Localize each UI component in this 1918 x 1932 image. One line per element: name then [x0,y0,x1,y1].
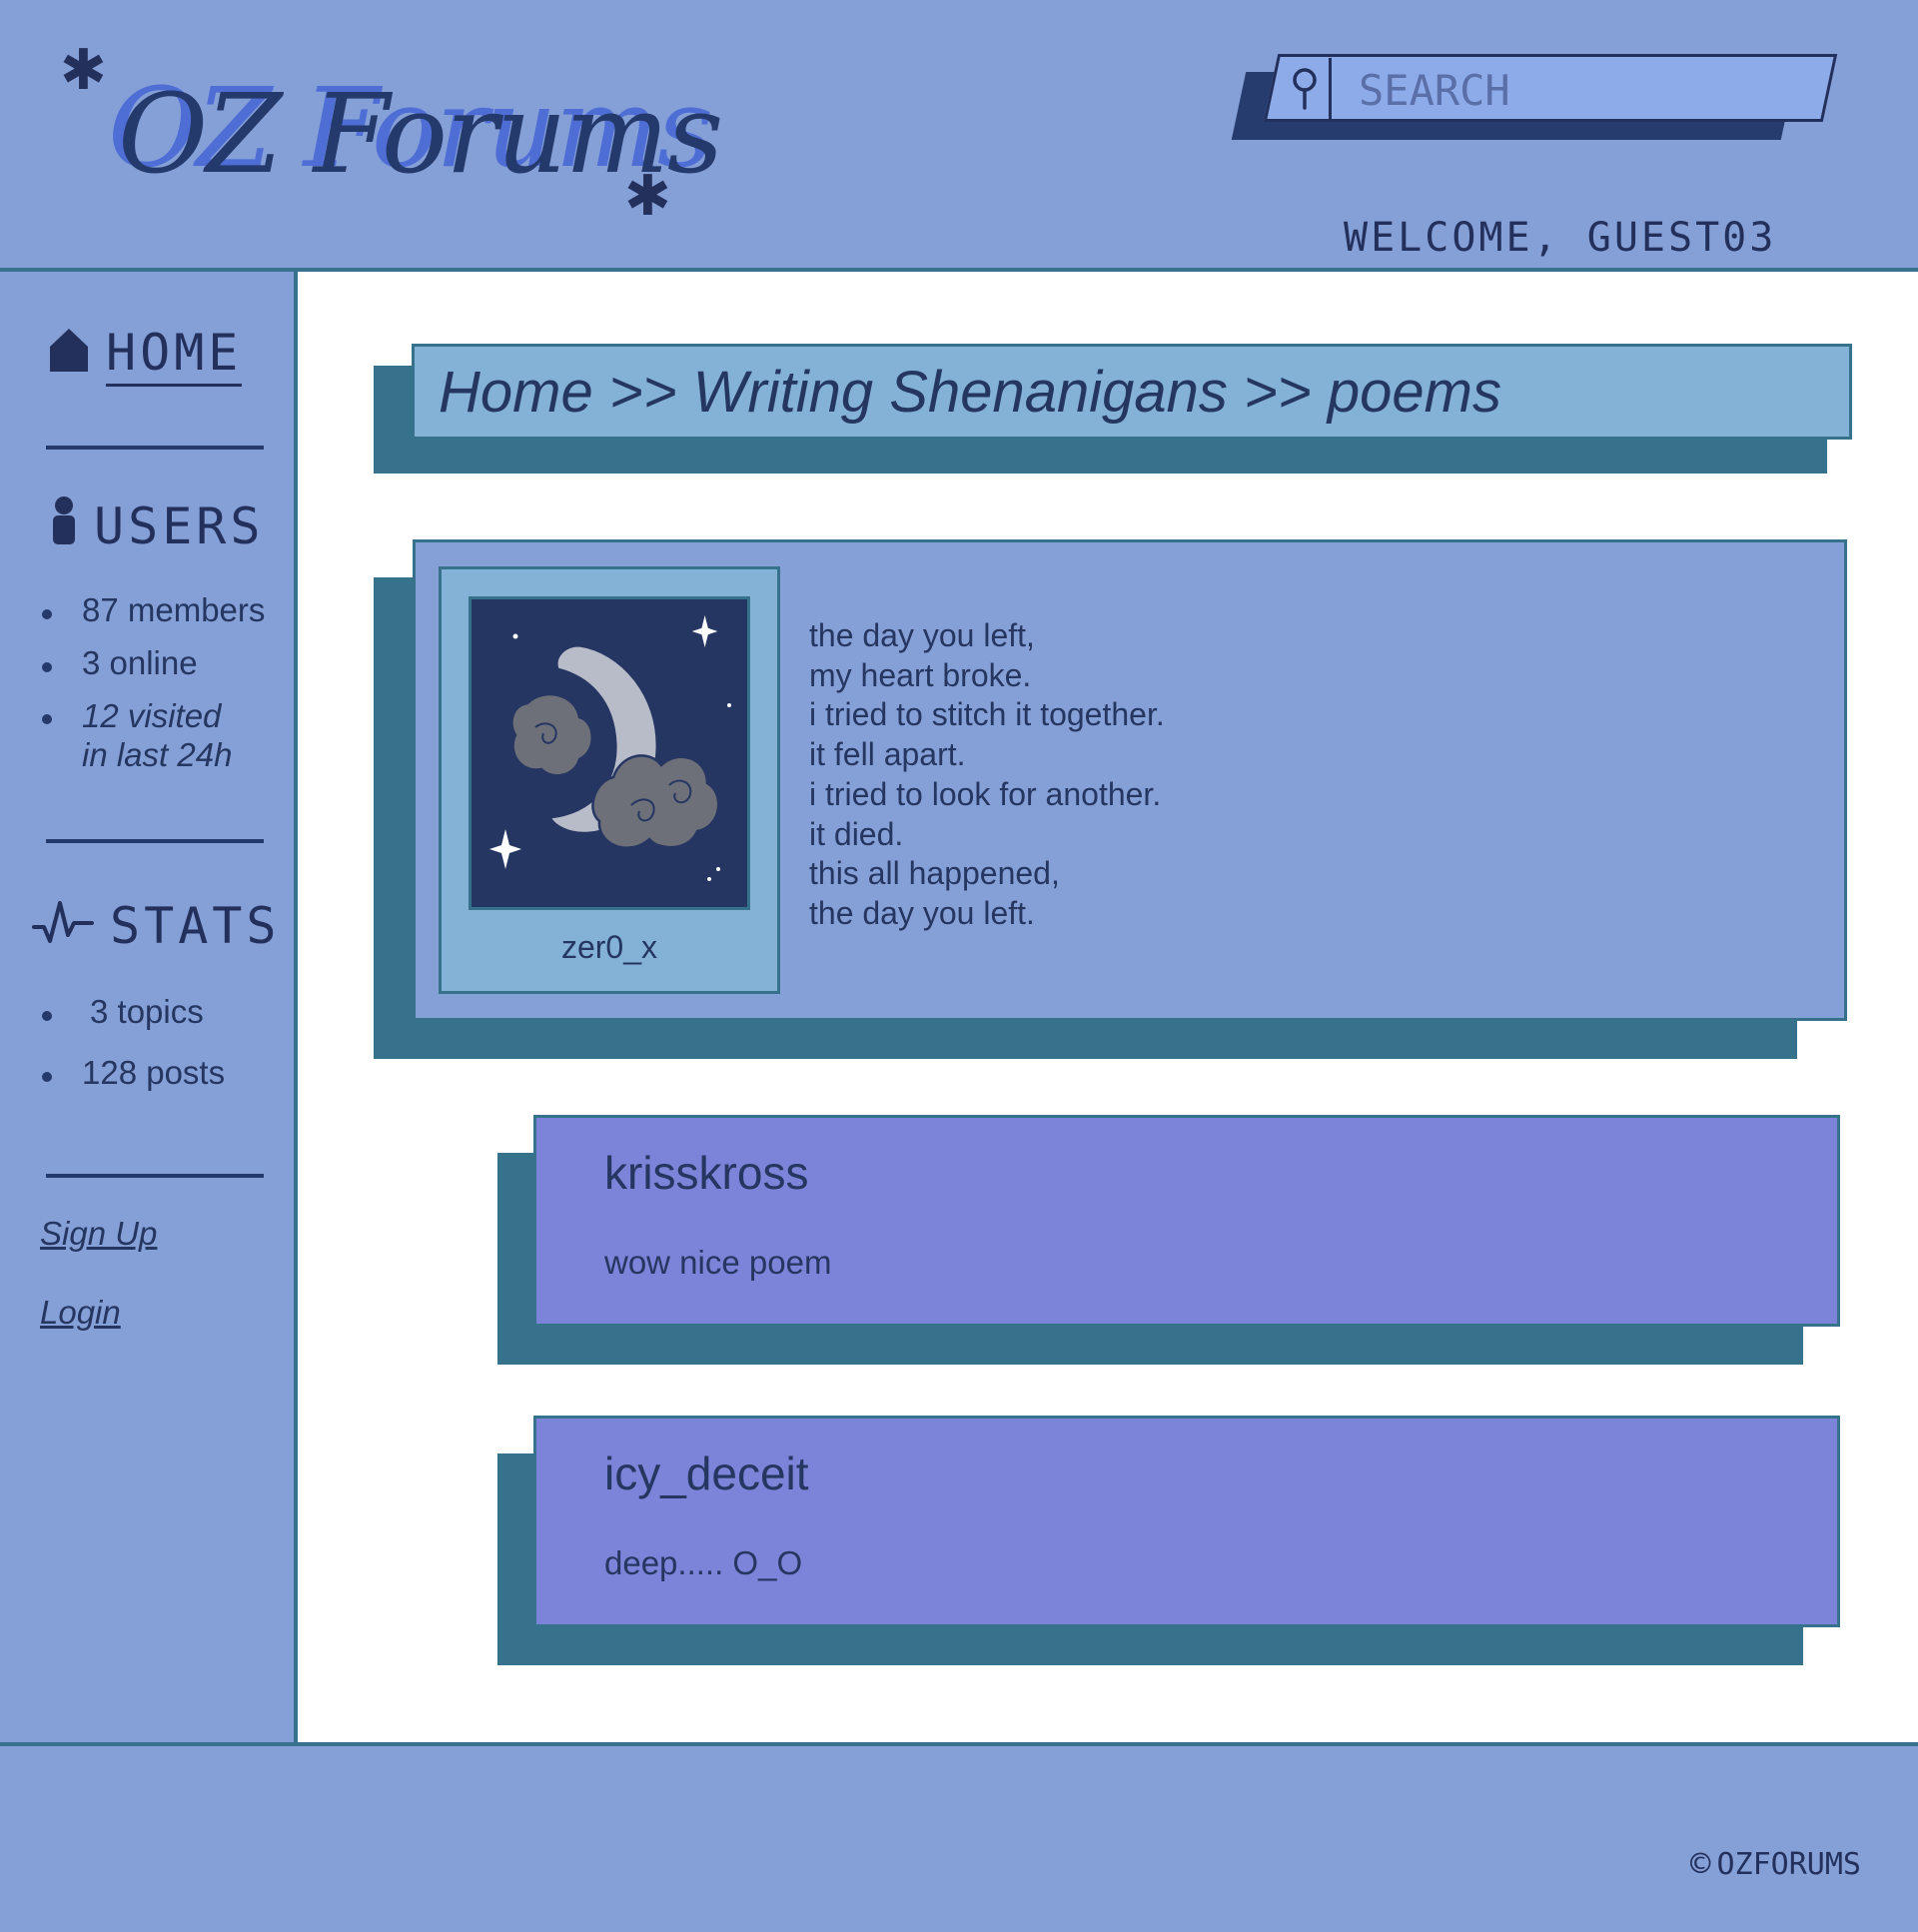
reply-text: deep..... O_O [604,1544,803,1581]
reply-card: krisskross wow nice poem [533,1115,1840,1327]
breadcrumb-text[interactable]: Home >> Writing Shenanigans >> poems [439,359,1501,426]
divider [46,446,264,450]
header: ✱ OZ Forums ✱ WELCOME, GUEST03 [0,0,1918,272]
post-body: the day you left, my heart broke. i trie… [809,616,1165,934]
users-stats-list: 87 members 3 online 12 visited in last 2… [38,591,265,774]
home-icon [48,327,90,385]
sidebar-item-label: HOME [106,324,243,387]
poem-line: i tried to stitch it together. [809,696,1165,733]
members-count: 87 members [38,591,265,629]
users-heading: USERS [50,495,265,557]
poem-line: this all happened, [809,855,1060,892]
visited-count: 12 visited in last 24h [38,696,265,774]
breadcrumb: Home >> Writing Shenanigans >> poems [412,344,1852,440]
search-bar[interactable] [1231,50,1838,145]
divider [46,839,264,843]
reply-author[interactable]: icy_deceit [604,1447,809,1500]
posts-count: 128 posts [38,1054,225,1092]
search-icon[interactable] [1281,58,1332,120]
poem-line: it fell apart. [809,736,966,773]
online-count: 3 online [38,644,265,682]
avatar [469,596,750,910]
signup-link[interactable]: Sign Up [40,1215,157,1253]
sidebar-item-home[interactable]: HOME [48,324,243,387]
stats-heading: STATS [32,895,281,957]
welcome-message: WELCOME, GUEST03 [1344,215,1777,261]
poem-line: i tried to look for another. [809,775,1162,812]
copyright-text: OZFORUMS [1716,1846,1861,1882]
sidebar: HOME USERS 87 members 3 online 12 visite… [0,272,298,1742]
topics-count: 3 topics [38,993,225,1031]
reply-card: icy_deceit deep..... O_O [533,1416,1840,1627]
post-author-name[interactable]: zer0_x [442,929,777,966]
star-icon: ✱ [60,38,107,101]
star-icon: ✱ [624,164,671,227]
login-link[interactable]: Login [40,1294,121,1332]
copyright: © OZFORUMS [1690,1844,1861,1884]
user-icon [50,495,78,557]
poem-line: my heart broke. [809,656,1032,693]
search-input[interactable] [1357,64,1790,116]
footer: © OZFORUMS [0,1742,1918,1932]
forum-stats-list: 3 topics 128 posts [38,993,225,1092]
reply-author[interactable]: krisskross [604,1146,808,1200]
divider [46,1174,264,1178]
poem-line: the day you left, [809,617,1035,653]
reply-text: wow nice poem [604,1244,832,1281]
author-card[interactable]: zer0_x [439,566,780,994]
activity-icon [32,895,94,957]
copyright-icon: © [1690,1844,1711,1884]
poem-line: the day you left. [809,894,1035,931]
poem-line: it died. [809,815,904,852]
